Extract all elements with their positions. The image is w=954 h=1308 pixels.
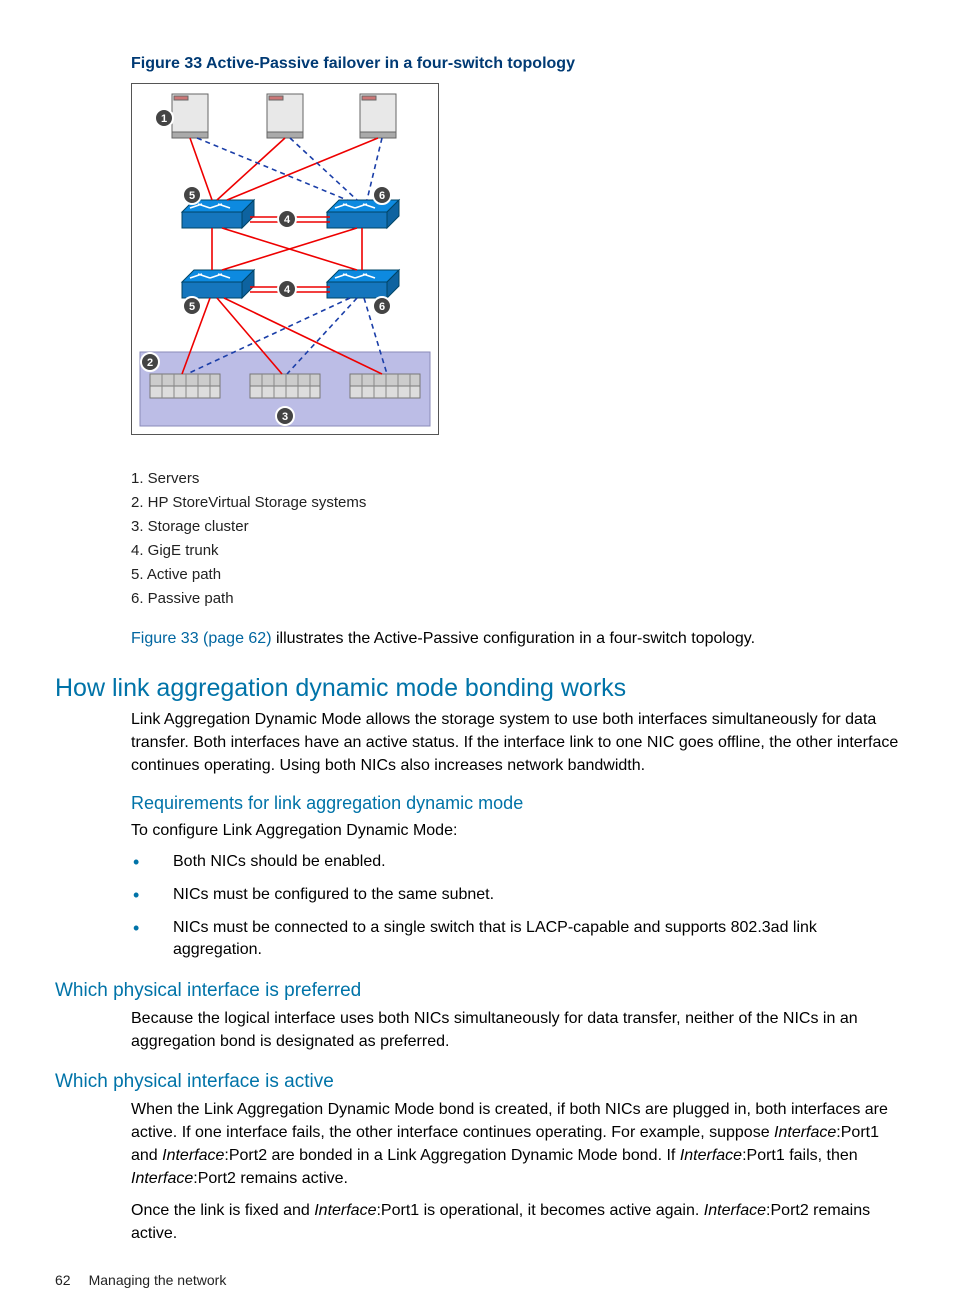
topology-diagram: 1 5 6 4 4 5 6 2 3 bbox=[131, 83, 439, 435]
legend-item: 5. Active path bbox=[131, 566, 904, 583]
badge-4a: 4 bbox=[278, 210, 296, 228]
figure-cross-ref-link[interactable]: Figure 33 (page 62) bbox=[131, 630, 272, 647]
legend-item: 4. GigE trunk bbox=[131, 542, 904, 559]
page: Figure 33 Active-Passive failover in a f… bbox=[0, 0, 954, 1308]
badge-6b: 6 bbox=[373, 297, 391, 315]
svg-text:2: 2 bbox=[147, 357, 153, 369]
badge-5b: 5 bbox=[183, 297, 201, 315]
svg-text:5: 5 bbox=[189, 301, 195, 313]
requirements-list: Both NICs should be enabled. NICs must b… bbox=[131, 851, 904, 962]
list-item: NICs must be configured to the same subn… bbox=[131, 884, 904, 907]
svg-text:3: 3 bbox=[282, 411, 288, 423]
subsection-heading: Requirements for link aggregation dynami… bbox=[131, 793, 904, 814]
svg-text:6: 6 bbox=[379, 301, 385, 313]
storage-systems bbox=[150, 374, 420, 398]
pref-paragraph: Because the logical interface uses both … bbox=[131, 1008, 904, 1053]
legend-item: 6. Passive path bbox=[131, 590, 904, 607]
footer-title: Managing the network bbox=[89, 1272, 227, 1288]
page-number: 62 bbox=[55, 1272, 71, 1288]
list-item: NICs must be connected to a single switc… bbox=[131, 917, 904, 962]
section-paragraph: Link Aggregation Dynamic Mode allows the… bbox=[131, 709, 904, 777]
section-heading: How link aggregation dynamic mode bondin… bbox=[55, 674, 904, 703]
legend-item: 3. Storage cluster bbox=[131, 518, 904, 535]
badge-4b: 4 bbox=[278, 280, 296, 298]
active-paragraph-1: When the Link Aggregation Dynamic Mode b… bbox=[131, 1099, 904, 1190]
svg-text:5: 5 bbox=[189, 190, 195, 202]
badge-2: 2 bbox=[141, 353, 159, 371]
req-intro: To configure Link Aggregation Dynamic Mo… bbox=[131, 820, 904, 843]
figure-reference-paragraph: Figure 33 (page 62) illustrates the Acti… bbox=[131, 627, 904, 650]
svg-text:1: 1 bbox=[161, 113, 167, 125]
legend-item: 2. HP StoreVirtual Storage systems bbox=[131, 494, 904, 511]
badge-5a: 5 bbox=[183, 186, 201, 204]
servers bbox=[172, 94, 396, 138]
svg-text:4: 4 bbox=[284, 214, 291, 226]
badge-6a: 6 bbox=[373, 186, 391, 204]
badge-3: 3 bbox=[276, 407, 294, 425]
subsection-heading: Which physical interface is preferred bbox=[55, 980, 904, 1002]
svg-text:6: 6 bbox=[379, 190, 385, 202]
subsection-heading: Which physical interface is active bbox=[55, 1071, 904, 1093]
passive-paths bbox=[187, 138, 387, 374]
svg-text:4: 4 bbox=[284, 284, 291, 296]
page-footer: 62 Managing the network bbox=[55, 1272, 904, 1288]
legend-item: 1. Servers bbox=[131, 470, 904, 487]
active-paragraph-2: Once the link is fixed and Interface:Por… bbox=[131, 1200, 904, 1245]
figure-legend: 1. Servers 2. HP StoreVirtual Storage sy… bbox=[131, 470, 904, 607]
figure-caption: Figure 33 Active-Passive failover in a f… bbox=[131, 55, 904, 73]
figure-ref-text: illustrates the Active-Passive configura… bbox=[272, 630, 756, 647]
badge-1: 1 bbox=[155, 109, 173, 127]
list-item: Both NICs should be enabled. bbox=[131, 851, 904, 874]
